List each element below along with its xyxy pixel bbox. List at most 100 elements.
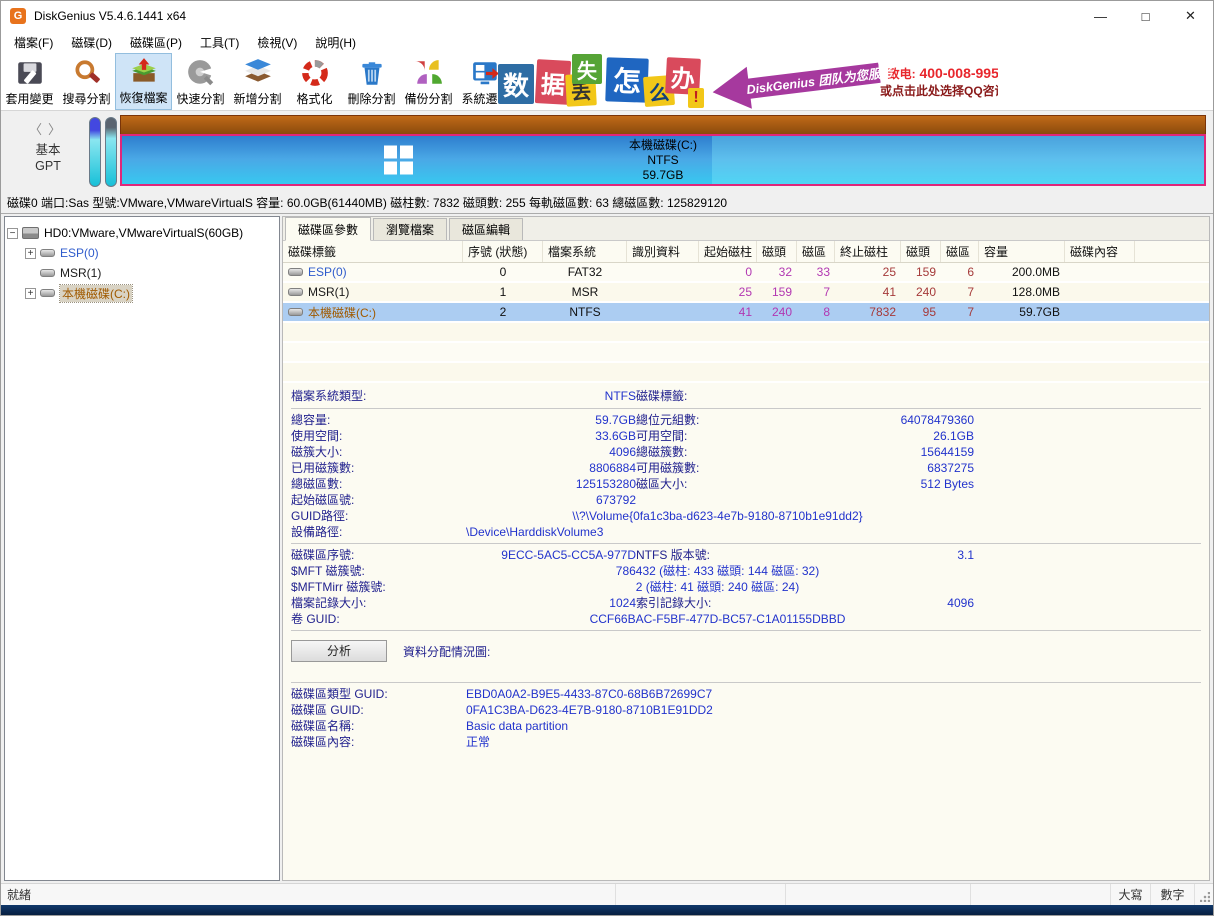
menu-help[interactable]: 說明(H) [306,32,365,53]
disk-type-basic: 基本 [19,142,77,158]
guid-path-label: GUID路徑: [291,508,461,524]
format-icon [300,58,330,88]
tab-sector-edit[interactable]: 磁區編輯 [449,218,523,240]
window-title: DiskGenius V5.4.6.1441 x64 [34,9,186,23]
table-row-esp[interactable]: ESP(0) 0 FAT32 0 32 33 25 159 6 200.0MB [283,263,1209,283]
guid-path-value: \\?\Volume{0fa1c3ba-d623-4e7b-9180-8710b… [461,508,974,524]
disk-icon [22,227,39,239]
device-path-label: 設備路徑: [291,524,461,540]
empty-row [283,343,1209,363]
tree-node-c[interactable]: + 本機磁碟(C:) [7,283,277,303]
minimize-button[interactable]: — [1078,1,1123,31]
disk-type-gpt: GPT [19,158,77,174]
partition-details: 檔案系統類型: NTFS 磁碟標籤: 總容量:59.7GB總位元組數:64078… [283,383,1209,750]
part-status-value: 正常 [461,734,1201,750]
part-name-label: 磁碟區名稱: [291,718,461,734]
promo-tile: 失 [572,54,602,84]
analyze-button[interactable]: 分析 [291,640,387,662]
promo-banner[interactable]: 数 据 丢 失 怎 么 办 ! DiskGenius 团队为您服务 致电: 40… [498,54,998,109]
part-guid-label: 磁碟區 GUID: [291,702,461,718]
close-button[interactable]: ✕ [1168,1,1213,31]
app-window: G DiskGenius V5.4.6.1441 x64 — □ ✕ 檔案(F)… [0,0,1214,916]
status-num: 數字 [1151,884,1195,905]
status-caps: 大寫 [1111,884,1151,905]
tab-browse-files[interactable]: 瀏覽檔案 [373,218,447,240]
volume-label-label: 磁碟標籤: [636,387,794,405]
disk-band: 〈〉 基本 GPT 本機磁碟(C:) NTFS 59.7GB [1,111,1213,191]
tree-node-hd0[interactable]: − HD0:VMware,VMwareVirtualS(60GB) [7,223,277,243]
partition-icon [40,249,55,257]
delete-partition-button[interactable]: 刪除分割 [343,53,400,110]
expander-spacer [25,268,36,279]
status-spacer [786,884,971,905]
part-guid-value: 0FA1C3BA-D623-4E7B-9180-8710B1E91DD2 [461,702,1201,718]
partition-size: 59.7GB [122,168,1204,183]
apply-changes-button[interactable]: 套用變更 [1,53,58,110]
quick-partition-button[interactable]: 快速分割 [172,53,229,110]
main-area: − HD0:VMware,VMwareVirtualS(60GB) + ESP(… [1,214,1213,883]
disk-bar: 本機磁碟(C:) NTFS 59.7GB [120,115,1206,186]
partition-c-bar[interactable]: 本機磁碟(C:) NTFS 59.7GB [120,134,1206,186]
title-bar: G DiskGenius V5.4.6.1441 x64 — □ ✕ [1,1,1213,31]
fs-type-label: 檔案系統類型: [291,387,461,405]
capacity-gauge-2 [105,117,117,187]
type-guid-value: EBD0A0A2-B9E5-4433-87C0-68B6B72699C7 [461,686,1201,702]
resize-grip[interactable] [1195,884,1213,905]
tree-node-msr[interactable]: MSR(1) [7,263,277,283]
format-button[interactable]: 格式化 [286,53,343,110]
empty-row [283,323,1209,343]
expand-icon[interactable]: + [25,288,36,299]
capacity-gauge-1 [89,117,101,187]
device-path-value: \Device\HarddiskVolume3 [461,524,974,540]
table-row-msr[interactable]: MSR(1) 1 MSR 25 159 7 41 240 7 128.0MB [283,283,1209,303]
backup-partition-icon [414,58,444,88]
promo-tile: ! [688,88,704,108]
quick-partition-icon [186,58,216,88]
part-name-value: Basic data partition [461,718,1201,734]
search-partition-button[interactable]: 搜尋分割 [58,53,115,110]
menu-tools[interactable]: 工具(T) [191,32,248,53]
partition-icon [288,308,303,316]
expand-icon[interactable]: + [25,248,36,259]
collapse-icon[interactable]: − [7,228,18,239]
fs-type-value: NTFS [461,387,636,405]
new-partition-button[interactable]: 新增分割 [229,53,286,110]
menu-bar: 檔案(F) 磁碟(D) 磁碟區(P) 工具(T) 檢視(V) 說明(H) [1,31,1213,53]
next-disk-arrow[interactable]: 〉 [48,122,67,137]
partition-icon [40,269,55,277]
system-migration-icon [471,58,501,88]
table-header: 磁碟標籤 序號 (狀態) 檔案系統 識別資料 起始磁柱 磁頭 磁區 終止磁柱 磁… [283,241,1209,263]
menu-file[interactable]: 檔案(F) [5,32,62,53]
taskbar-edge [1,905,1213,915]
apply-changes-icon [15,58,45,88]
part-status-label: 磁碟區內容: [291,734,461,750]
disk-strip[interactable] [120,115,1206,134]
tab-strip: 磁碟區參數 瀏覽檔案 磁區編輯 [283,217,1209,241]
status-spacer [971,884,1111,905]
partition-icon [40,289,55,297]
promo-tiles: 数 据 丢 失 怎 么 办 ! [498,54,710,109]
recover-files-button[interactable]: 恢復檔案 [115,53,172,110]
backup-partition-button[interactable]: 備份分割 [400,53,457,110]
partition-icon [288,288,303,296]
status-ready: 就緒 [1,884,616,905]
maximize-button[interactable]: □ [1123,1,1168,31]
allocation-map-label: 資料分配情況圖: [403,643,490,660]
status-bar: 就緒 大寫 數字 [1,883,1213,905]
detail-panel: 磁碟區參數 瀏覽檔案 磁區編輯 磁碟標籤 序號 (狀態) 檔案系統 識別資料 起… [282,216,1210,881]
empty-row [283,363,1209,383]
tab-partition-parameters[interactable]: 磁碟區參數 [285,217,371,241]
table-row-c-selected[interactable]: 本機磁碟(C:) 2 NTFS 41 240 8 7832 95 7 59.7G… [283,303,1209,323]
menu-partition[interactable]: 磁碟區(P) [121,32,191,53]
volume-label-value [794,387,974,405]
promo-arrow: DiskGenius 团队为您服务 [710,54,882,109]
partition-fs: NTFS [122,153,1204,168]
partition-tree: − HD0:VMware,VMwareVirtualS(60GB) + ESP(… [4,216,280,881]
prev-disk-arrow[interactable]: 〈 [29,122,48,137]
partition-icon [288,268,303,276]
promo-qq-link[interactable]: 或点击此处选择QQ咨询 [880,83,998,99]
menu-disk[interactable]: 磁碟(D) [62,32,121,53]
promo-phone: 致电: 400-008-9958 [880,64,998,83]
tree-node-esp[interactable]: + ESP(0) [7,243,277,263]
menu-view[interactable]: 檢視(V) [248,32,306,53]
